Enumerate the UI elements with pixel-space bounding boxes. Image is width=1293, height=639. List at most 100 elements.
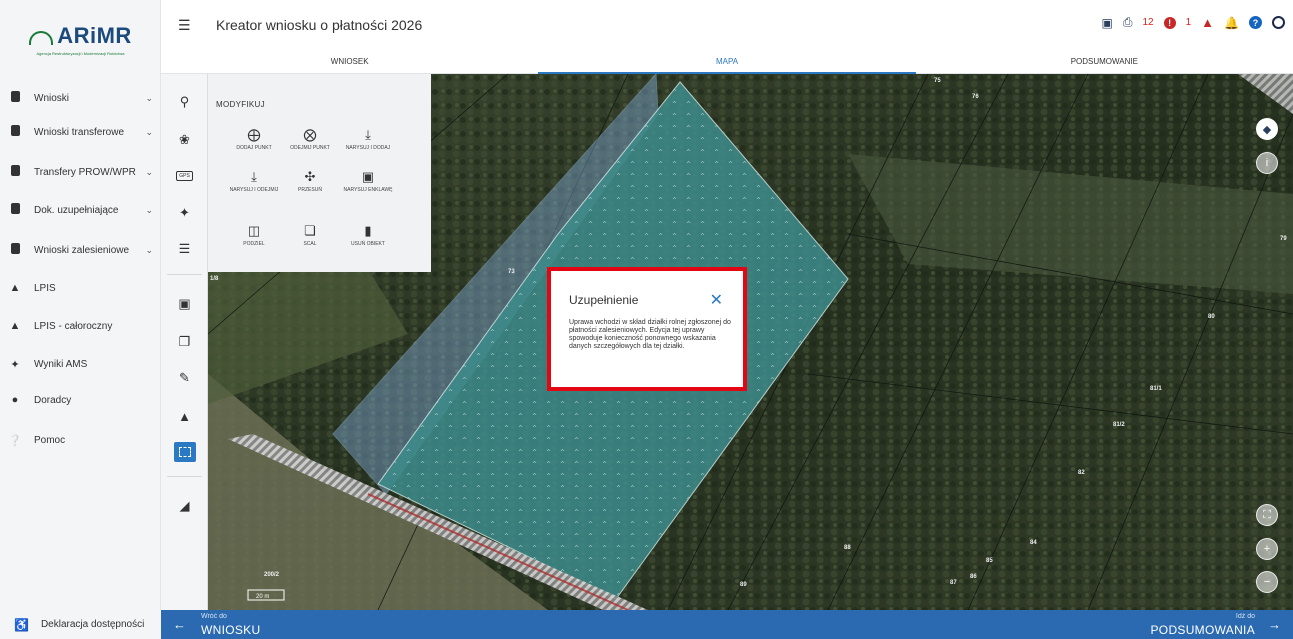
search-icon[interactable]: ⚲ (161, 90, 208, 114)
plot-label: 86 (970, 574, 977, 580)
arrow-right-icon[interactable]: → (1268, 617, 1281, 632)
sidebar-item-pomoc[interactable]: ❔ Pomoc (0, 428, 161, 452)
mountain-icon: ▲ (9, 282, 21, 294)
user-account-icon[interactable] (1272, 16, 1285, 29)
sidebar-item-lpis-caloroczny[interactable]: ▲ LPIS - całoroczny (0, 314, 161, 338)
back-small-label[interactable]: Wróć do (201, 613, 227, 620)
notifications-bell-icon[interactable]: 🔔 (1224, 16, 1239, 30)
select-area-icon[interactable]: ▣ (161, 292, 208, 316)
error-icon[interactable]: ! (1163, 16, 1176, 29)
sidebar-item-label: LPIS (34, 282, 56, 294)
plot-label: 81/2 (1113, 422, 1125, 428)
roof-logo-icon (29, 30, 54, 45)
document-icon (8, 243, 22, 257)
warning-triangle-icon[interactable]: ▲ (1201, 15, 1214, 30)
sidebar-item-lpis[interactable]: ▲ LPIS (0, 276, 161, 300)
plot-label: 79 (1280, 236, 1287, 242)
tab-wniosek[interactable]: WNIOSEK (161, 50, 538, 73)
top-bar: ☰ Kreator wniosku o płatności 2026 ▣ ⎙ 1… (161, 0, 1293, 50)
document-icon (8, 165, 22, 179)
alert-count: 1 (1185, 17, 1192, 28)
measure-icon[interactable]: ◢ (161, 494, 208, 518)
map-toolbar: ⚲ ❀ GPS ✦ ☰ ▣ ❐ ✎ ▲ ◢ (161, 74, 208, 610)
hamburger-menu-icon[interactable]: ☰ (178, 17, 191, 34)
zoom-in-icon[interactable]: + (1256, 538, 1278, 560)
print-icon[interactable]: ⎙ (1123, 15, 1133, 30)
sidebar-item-dok-uzupelniajace[interactable]: Dok. uzupełniające ⌄ (0, 198, 161, 222)
plot-label: 88 (844, 545, 851, 551)
sidebar-item-wnioski-zalesieniowe[interactable]: Wnioski zalesieniowe ⌄ (0, 238, 161, 262)
back-button[interactable]: WNIOSKU (201, 623, 260, 637)
plot-label: 75 (934, 78, 941, 84)
sidebar-item-label: LPIS - całoroczny (34, 320, 113, 332)
draw-add-button[interactable]: ⤓ NARYSUJ I DODAJ (338, 127, 398, 152)
copy-icon[interactable]: ❐ (161, 330, 208, 354)
move-button[interactable]: ✣ PRZESUŃ (280, 169, 340, 194)
chevron-down-icon: ⌄ (145, 92, 153, 103)
sidebar-item-label: Wnioski zalesieniowe (34, 244, 130, 256)
sidebar-item-wnioski-transferowe[interactable]: Wnioski transferowe ⌄ (0, 120, 161, 144)
enclave-button[interactable]: ▣ NARYSUJ ENKLAWĘ (338, 170, 398, 194)
add-point-icon: ⨁ (247, 127, 261, 142)
modify-panel: MODYFIKUJ ⨁ DODAJ PUNKT ⨂ ODEJMIJ PUNKT … (208, 74, 431, 272)
sidebar-item-doradcy[interactable]: ● Doradcy (0, 388, 161, 412)
satellite-icon[interactable]: ✦ (161, 201, 208, 225)
next-small-label[interactable]: Idź do (1236, 613, 1255, 620)
chevron-down-icon: ⌄ (145, 244, 153, 255)
top-toolbar: ▣ ⎙ 12 ! 1 ▲ 🔔 ? (1102, 15, 1285, 30)
plot-label: 73 (508, 269, 515, 275)
sidebar-item-label: Dok. uzupełniające (34, 204, 119, 216)
sidebar-item-label: Transfery PROW/WPR (34, 166, 136, 178)
add-point-button[interactable]: ⨁ DODAJ PUNKT (224, 127, 284, 152)
sidebar-item-wyniki-ams[interactable]: ✦ Wyniki AMS (0, 352, 161, 376)
split-button[interactable]: ◫ PODZIEL (224, 223, 284, 248)
arrow-left-icon[interactable]: ← (173, 617, 186, 632)
plot-label: 200/2 (264, 572, 280, 578)
plot-label: 85 (986, 558, 993, 564)
merge-button[interactable]: ❏ SCAL (280, 224, 340, 248)
zoom-out-icon[interactable]: − (1256, 571, 1278, 593)
gps-icon[interactable]: GPS (161, 164, 208, 188)
info-icon[interactable]: i (1256, 152, 1278, 174)
sidebar-item-wnioski[interactable]: Wnioski ⌄ (0, 86, 161, 110)
plot-label: 81/1 (1150, 386, 1162, 392)
chevron-down-icon: ⌄ (145, 204, 153, 215)
plant-icon[interactable]: ❀ (161, 128, 208, 152)
draw-subtract-button[interactable]: ⤓ NARYSUJ I ODEJMIJ (224, 170, 284, 194)
modify-geometry-icon[interactable] (161, 440, 208, 464)
sidebar-item-transfery[interactable]: Transfery PROW/WPR ⌄ (0, 160, 161, 184)
logo[interactable]: ARiMR Agencja Restrukturyzacji i Moderni… (0, 0, 161, 78)
remove-point-button[interactable]: ⨂ ODEJMIJ PUNKT (280, 127, 340, 152)
accessibility-label: Deklaracja dostępności (40, 619, 145, 630)
fullscreen-icon[interactable]: ⛶ (1256, 504, 1278, 526)
close-icon[interactable]: ✕ (710, 290, 723, 310)
trees-icon[interactable]: ▲ (161, 404, 208, 428)
logo-text: ARiMR (57, 22, 132, 48)
completion-dialog: Uzupełnienie ✕ Uprawa wchodzi w skład dz… (547, 267, 747, 391)
pencil-icon[interactable]: ✎ (161, 366, 208, 390)
split-icon: ◫ (247, 223, 261, 238)
accessibility-link[interactable]: ♿ Deklaracja dostępności (0, 610, 161, 639)
document-icon (8, 203, 22, 217)
list-icon[interactable]: ☰ (161, 237, 208, 261)
next-button[interactable]: PODSUMOWANIA (1151, 623, 1256, 637)
sidebar-item-label: Pomoc (34, 434, 66, 446)
remove-point-icon: ⨂ (303, 127, 317, 142)
tab-mapa[interactable]: MAPA (538, 50, 916, 74)
delete-icon: ▮ (364, 223, 372, 238)
accessibility-icon: ♿ (14, 617, 29, 632)
draw-add-icon: ⤓ (365, 127, 371, 142)
sidebar: ARiMR Agencja Restrukturyzacji i Moderni… (0, 0, 161, 639)
footer-navigation: ← Wróć do WNIOSKU Idź do PODSUMOWANIA → (161, 610, 1293, 639)
plot-label: 82 (1078, 470, 1085, 476)
tab-podsumowanie[interactable]: PODSUMOWANIE (916, 50, 1293, 73)
plot-label: 87 (950, 580, 957, 586)
save-icon[interactable]: ▣ (1102, 16, 1113, 30)
tabs: WNIOSEK MAPA PODSUMOWANIE (161, 50, 1293, 74)
chevron-down-icon: ⌄ (145, 166, 153, 177)
delete-button[interactable]: ▮ USUŃ OBIEKT (338, 223, 398, 248)
layers-icon[interactable]: ◆ (1256, 118, 1278, 140)
move-icon: ✣ (304, 169, 316, 184)
help-icon[interactable]: ? (1249, 16, 1262, 29)
sidebar-item-label: Wyniki AMS (34, 358, 88, 370)
